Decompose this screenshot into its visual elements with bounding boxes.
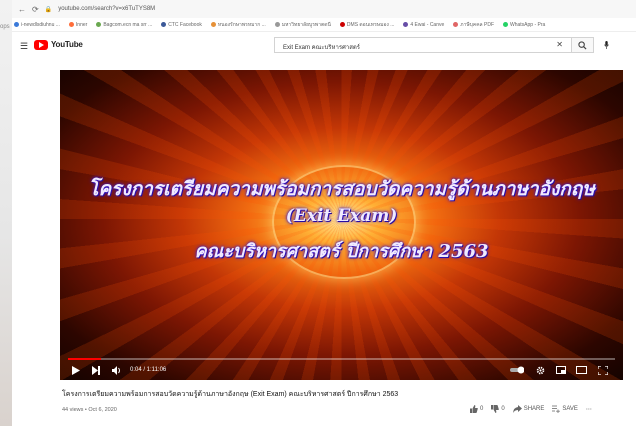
lock-icon: 🔒 <box>44 6 53 13</box>
bookmark-label: DMS ดอนเทรษมอง ... <box>346 21 395 28</box>
bookmark-label: Inner <box>75 21 88 28</box>
thumbs-down-icon <box>491 405 500 413</box>
bookmark-label: WhatsApp - Pra <box>510 21 546 28</box>
bookmark-label: หนองรักษาพรหมาก ... <box>217 21 266 28</box>
youtube-logo-icon[interactable] <box>34 40 48 50</box>
bookmark-label: มหาวิทยาลัยบูรพาตดนี <box>281 21 331 28</box>
bookmark-favicon-icon <box>339 22 345 27</box>
bookmark-item[interactable]: CTC Facebook <box>161 22 202 28</box>
share-label: SHARE <box>523 406 545 412</box>
bookmark-item[interactable]: Inner <box>68 21 88 28</box>
video-frame-title-line2: (Exit Exam) <box>285 206 398 226</box>
bookmark-favicon-icon <box>503 22 508 27</box>
save-playlist-icon <box>552 405 561 413</box>
bookmark-favicon-icon <box>453 22 459 27</box>
bookmark-favicon-icon <box>210 22 216 27</box>
share-arrow-icon <box>512 405 522 413</box>
bookmark-item[interactable]: WhatsApp - Pra <box>503 22 545 28</box>
search-query: Exit Exam คณะบริหารศาสตร์ <box>283 45 361 51</box>
bookmarks-bar: i-newdlsdiuhnu ... Inner Bagcom.ecn ma srr… <box>12 18 636 32</box>
video-actions: 0 0 SHARE SAVE ⋯ <box>470 405 592 413</box>
address-bar[interactable]: youtube.com/search?v=x6TuTYS8M <box>58 6 155 12</box>
video-meta: 44 views • Oct 6, 2020 <box>62 407 117 413</box>
volume-icon[interactable] <box>112 366 122 375</box>
search-input[interactable]: Exit Exam คณะบริหารศาสตร์ ✕ <box>274 37 572 53</box>
more-options-button[interactable]: ⋯ <box>586 406 592 413</box>
video-title: โครงการเตรียมความพร้อมการสอบวัดความรู้ด้… <box>62 391 399 398</box>
clear-search-icon[interactable]: ✕ <box>556 40 563 49</box>
bookmark-item[interactable]: Bagcom.ecn ma srr ... <box>96 22 152 28</box>
share-button[interactable]: SHARE <box>512 405 545 413</box>
bookmark-label: 4 Ewai - Canve <box>410 21 445 28</box>
left-window-strip: ops <box>0 0 12 426</box>
bookmark-item[interactable]: DMS ดอนเทรษมอง ... <box>339 21 395 29</box>
video-player[interactable]: โครงการเตรียมความพร้อมการสอบวัดความรู้ด้… <box>60 70 623 380</box>
bookmark-favicon-icon <box>274 22 280 27</box>
dislike-button[interactable]: 0 <box>491 405 505 413</box>
bookmark-label: CTC Facebook <box>168 21 202 28</box>
youtube-header: ☰ YouTube Exit Exam คณะบริหารศาสตร์ ✕ <box>12 32 636 58</box>
save-button[interactable]: SAVE <box>552 405 578 413</box>
theater-mode-icon[interactable] <box>576 366 587 374</box>
next-icon[interactable] <box>92 366 100 375</box>
bookmark-item[interactable]: 4 Ewai - Canve <box>403 22 444 28</box>
progress-fill <box>68 358 101 360</box>
settings-gear-icon[interactable] <box>536 366 545 375</box>
bookmark-label: Bagcom.ecn ma srr ... <box>103 21 153 28</box>
left-strip-label: ops <box>0 24 10 30</box>
more-options-icon: ⋯ <box>585 406 592 413</box>
autoplay-toggle-icon[interactable] <box>510 366 524 374</box>
dislike-count: 0 <box>501 406 505 412</box>
bookmark-item[interactable]: i-newdlsdiuhnu ... <box>14 22 60 28</box>
back-icon[interactable]: ← <box>18 5 26 14</box>
search-button[interactable] <box>572 37 594 53</box>
bookmark-favicon-icon <box>403 22 409 27</box>
video-frame-title-line3: คณะบริหารศาสตร์ ปีการศึกษา 2563 <box>194 241 489 262</box>
like-count: 0 <box>480 406 484 412</box>
like-button[interactable]: 0 <box>470 405 483 413</box>
video-frame-title-line1: โครงการเตรียมความพร้อมการสอบวัดความรู้ด้… <box>88 178 595 200</box>
youtube-logo-text[interactable]: YouTube <box>51 40 83 49</box>
thumbs-up-icon <box>470 405 478 413</box>
progress-bar[interactable] <box>68 358 615 360</box>
microphone-icon[interactable] <box>604 41 609 49</box>
fullscreen-icon[interactable] <box>598 366 608 375</box>
bookmark-favicon-icon <box>68 22 74 27</box>
play-icon[interactable] <box>72 366 80 375</box>
player-controls: 0:04 / 1:11:06 <box>60 362 623 380</box>
reload-icon[interactable]: ⟳ <box>32 5 39 14</box>
search-icon <box>578 41 587 50</box>
bookmark-label: ภาษีบุคคล PDF <box>460 21 494 28</box>
bookmark-favicon-icon <box>161 22 167 27</box>
bookmark-item[interactable]: มหาวิทยาลัยบูรพาตดนี <box>274 21 331 29</box>
bookmark-favicon-icon <box>14 22 19 27</box>
menu-icon[interactable]: ☰ <box>20 41 28 52</box>
bookmark-favicon-icon <box>96 22 102 27</box>
save-label: SAVE <box>562 406 578 412</box>
browser-toolbar: ← ⟳ 🔒 youtube.com/search?v=x6TuTYS8M <box>12 0 636 18</box>
bookmark-item[interactable]: หนองรักษาพรหมาก ... <box>210 21 266 29</box>
bookmark-item[interactable]: ภาษีบุคคล PDF <box>453 21 494 29</box>
bookmark-label: i-newdlsdiuhnu ... <box>21 21 60 28</box>
time-display: 0:04 / 1:11:06 <box>130 367 167 373</box>
miniplayer-icon[interactable] <box>556 366 566 374</box>
